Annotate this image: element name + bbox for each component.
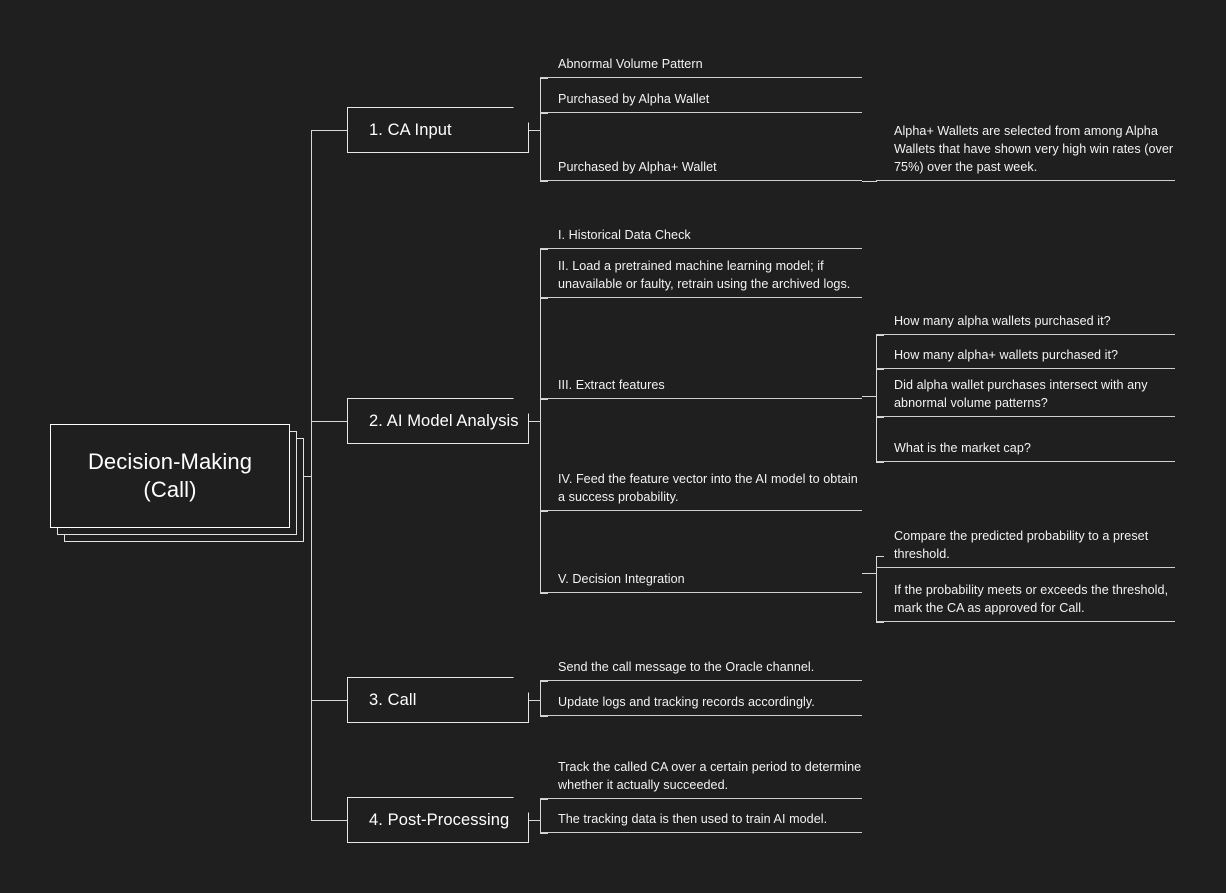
- node-intersect-abnormal-volume[interactable]: Did alpha wallet purchases intersect wit…: [876, 369, 1175, 417]
- branch-node-ca-input[interactable]: 1. CA Input: [347, 107, 529, 153]
- connector-main-trunk: [311, 130, 312, 820]
- node-label: Track the called CA over a certain perio…: [558, 760, 862, 793]
- node-label: Update logs and tracking records accordi…: [558, 695, 815, 710]
- node-label: III. Extract features: [558, 378, 665, 393]
- root-node-label: Decision-Making (Call): [87, 448, 253, 502]
- connector-b4-child-2: [540, 833, 548, 834]
- node-update-logs[interactable]: Update logs and tracking records accordi…: [540, 688, 862, 716]
- branch-node-label: 1. CA Input: [369, 120, 452, 139]
- node-label: What is the market cap?: [894, 441, 1031, 456]
- node-feed-feature-vector[interactable]: IV. Feed the feature vector into the AI …: [540, 399, 862, 511]
- node-label: Purchased by Alpha+ Wallet: [558, 160, 717, 175]
- connector-b1-child-3: [540, 181, 548, 182]
- node-send-call-message[interactable]: Send the call message to the Oracle chan…: [540, 653, 862, 681]
- branch-node-ai-model-analysis[interactable]: 2. AI Model Analysis: [347, 398, 529, 444]
- node-count-alpha-wallets[interactable]: How many alpha wallets purchased it?: [876, 307, 1175, 335]
- connector-b3-child-1: [540, 681, 548, 682]
- node-label: I. Historical Data Check: [558, 228, 691, 243]
- mindmap-canvas: Decision-Making (Call) 1. CA Input 2. AI…: [0, 0, 1226, 893]
- node-abnormal-volume-pattern[interactable]: Abnormal Volume Pattern: [540, 50, 862, 78]
- node-label: Send the call message to the Oracle chan…: [558, 660, 815, 675]
- connector-b2c3-leaf-1: [876, 335, 884, 336]
- node-label: If the probability meets or exceeds the …: [894, 583, 1169, 616]
- node-alpha-plus-definition[interactable]: Alpha+ Wallets are selected from among A…: [876, 119, 1175, 181]
- node-load-pretrained-model[interactable]: II. Load a pretrained machine learning m…: [540, 249, 862, 298]
- node-track-called-ca[interactable]: Track the called CA over a certain perio…: [540, 758, 862, 799]
- node-label: How many alpha+ wallets purchased it?: [894, 348, 1119, 363]
- node-label: V. Decision Integration: [558, 572, 685, 587]
- node-extract-features[interactable]: III. Extract features: [540, 298, 862, 399]
- node-label: Compare the predicted probability to a p…: [894, 529, 1149, 562]
- node-mark-approved[interactable]: If the probability meets or exceeds the …: [876, 574, 1175, 622]
- connector-to-branch-2: [311, 421, 347, 422]
- branch-node-label: 3. Call: [369, 690, 417, 709]
- connector-b2c3-stub: [862, 396, 876, 397]
- node-purchased-by-alpha-plus-wallet[interactable]: Purchased by Alpha+ Wallet: [540, 113, 862, 181]
- root-node[interactable]: Decision-Making (Call): [50, 424, 304, 542]
- node-purchased-by-alpha-wallet[interactable]: Purchased by Alpha Wallet: [540, 85, 862, 113]
- node-count-alpha-plus-wallets[interactable]: How many alpha+ wallets purchased it?: [876, 341, 1175, 369]
- connector-b2c5-leaf-2: [876, 622, 884, 623]
- node-label: Purchased by Alpha Wallet: [558, 92, 710, 107]
- connector-b3-child-2: [540, 716, 548, 717]
- node-label: II. Load a pretrained machine learning m…: [558, 259, 851, 292]
- connector-b4-child-1: [540, 799, 548, 800]
- connector-to-branch-4: [311, 820, 347, 821]
- node-label: IV. Feed the feature vector into the AI …: [558, 472, 858, 505]
- node-market-cap[interactable]: What is the market cap?: [876, 434, 1175, 462]
- connector-b1c3-trunk: [876, 181, 877, 182]
- branch-node-call[interactable]: 3. Call: [347, 677, 529, 723]
- node-historical-data-check[interactable]: I. Historical Data Check: [540, 221, 862, 249]
- node-label: The tracking data is then used to train …: [558, 812, 828, 827]
- node-label: Abnormal Volume Pattern: [558, 57, 703, 72]
- node-decision-integration[interactable]: V. Decision Integration: [540, 511, 862, 593]
- connector-to-branch-1: [311, 130, 347, 131]
- node-train-ai-model[interactable]: The tracking data is then used to train …: [540, 805, 862, 833]
- node-label: How many alpha wallets purchased it?: [894, 314, 1111, 329]
- connector-b2-child-5: [540, 593, 548, 594]
- connector-b2c5-stub: [862, 573, 876, 574]
- connector-to-branch-3: [311, 700, 347, 701]
- branch-node-label: 4. Post-Processing: [369, 810, 510, 829]
- connector-b2c3-leaf-4: [876, 462, 884, 463]
- node-label: Did alpha wallet purchases intersect wit…: [894, 378, 1148, 411]
- connector-b1-child-1: [540, 78, 548, 79]
- branch-node-label: 2. AI Model Analysis: [369, 411, 519, 430]
- connector-b2c3-leaf-3: [876, 417, 884, 418]
- connector-b1c3-stub: [862, 181, 876, 182]
- node-label: Alpha+ Wallets are selected from among A…: [894, 124, 1174, 175]
- node-compare-threshold[interactable]: Compare the predicted probability to a p…: [876, 520, 1175, 568]
- root-node-box[interactable]: Decision-Making (Call): [50, 424, 290, 528]
- branch-node-post-processing[interactable]: 4. Post-Processing: [347, 797, 529, 843]
